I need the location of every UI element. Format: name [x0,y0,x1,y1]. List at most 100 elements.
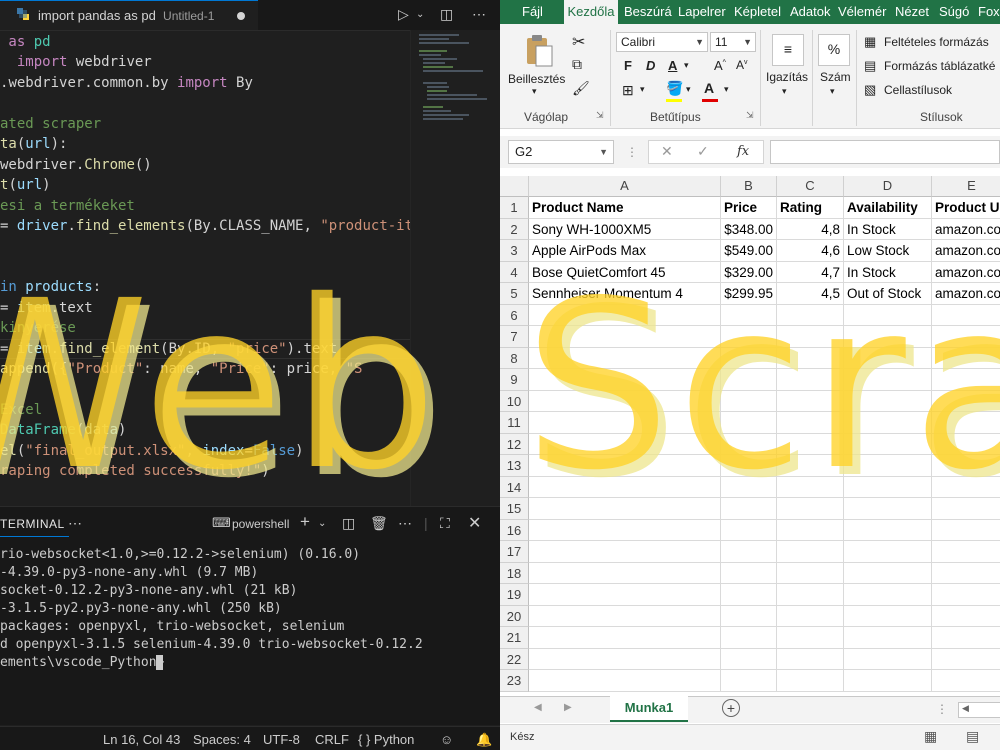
maximize-panel-icon[interactable]: ⛶ [440,515,450,532]
language-mode[interactable]: { } Python [358,732,414,747]
row-header[interactable]: 21 [500,627,529,649]
font-size-select[interactable]: 11 ▼ [710,32,756,52]
paste-icon[interactable] [524,34,554,68]
table-cell[interactable] [777,412,844,434]
tab-home[interactable]: Kezdőla [564,0,618,24]
table-cell[interactable] [932,670,1000,692]
table-cell[interactable] [777,670,844,692]
table-cell[interactable] [529,455,721,477]
table-cell[interactable] [777,476,844,498]
tab-help[interactable]: Súgó [939,4,969,19]
font-color-icon[interactable]: A [704,80,714,96]
table-cell[interactable] [529,347,721,369]
table-cell[interactable] [932,606,1000,627]
table-cell[interactable] [844,627,932,649]
table-cell[interactable] [932,584,1000,606]
table-cell[interactable] [777,347,844,369]
table-cell[interactable] [844,304,932,326]
table-cell[interactable] [529,412,721,434]
table-cell[interactable]: Product Name [529,197,721,219]
tab-insert[interactable]: Beszúrá [624,4,672,19]
table-cell[interactable] [777,627,844,649]
table-cell[interactable]: Sony WH-1000XM5 [529,218,721,240]
table-cell[interactable] [721,605,777,627]
table-cell[interactable]: Out of Stock [844,283,932,305]
table-cell[interactable] [721,562,777,584]
row-header[interactable]: 18 [500,562,529,584]
table-cell[interactable] [529,498,721,520]
row-header[interactable]: 23 [500,670,529,692]
line-ending[interactable]: CRLF [315,732,349,747]
number-button[interactable]: Szám [820,70,851,84]
row-header[interactable]: 20 [500,605,529,627]
table-cell[interactable]: Price [721,197,777,219]
tab-file[interactable]: Fájl [522,4,543,19]
table-cell[interactable] [844,412,932,434]
table-cell[interactable] [721,476,777,498]
table-cell[interactable] [844,562,932,584]
alignment-button[interactable]: Igazítás [766,70,808,84]
table-cell[interactable] [932,541,1000,563]
table-cell[interactable] [721,627,777,649]
copy-icon[interactable]: ⧉ [572,56,582,73]
minimap[interactable] [410,30,500,506]
tab-view[interactable]: Nézet [895,4,929,19]
table-cell[interactable] [844,519,932,541]
fill-color-icon[interactable]: 🪣 [666,80,683,97]
table-cell[interactable] [529,476,721,498]
table-cell[interactable] [777,648,844,670]
table-cell[interactable] [932,348,1000,369]
drag-handle[interactable]: ⋮ [936,702,948,716]
borders-icon[interactable]: ⊞ [622,82,634,99]
table-cell[interactable] [844,498,932,520]
format-painter-icon[interactable]: 🖌 [572,80,590,97]
table-cell[interactable] [529,584,721,606]
underline-button[interactable]: A [668,58,677,73]
table-cell[interactable]: Product U [932,197,1000,219]
paste-button[interactable]: Beillesztés [508,72,565,86]
table-cell[interactable] [721,304,777,326]
table-cell[interactable] [777,498,844,520]
row-header[interactable]: 15 [500,498,529,520]
table-cell[interactable] [529,605,721,627]
row-header[interactable]: 10 [500,390,529,412]
table-cell[interactable] [721,369,777,391]
chevron-down-icon[interactable]: ▾ [782,86,787,97]
table-cell[interactable] [777,369,844,391]
row-header[interactable]: 9 [500,369,529,391]
percent-icon[interactable]: % [818,34,850,66]
more-tabs-icon[interactable]: ⋯ [68,515,82,532]
table-cell[interactable] [777,541,844,563]
cursor-position[interactable]: Ln 16, Col 43 [103,732,180,747]
table-cell[interactable]: Rating [777,197,844,219]
format-as-table-button[interactable]: Formázás táblázatké [884,59,995,73]
tab-data[interactable]: Adatok [790,4,830,19]
table-cell[interactable] [721,498,777,520]
row-header[interactable]: 5 [500,283,529,305]
chevron-down-icon[interactable]: ⌄ [416,9,424,20]
table-cell[interactable] [932,412,1000,434]
horizontal-scrollbar[interactable]: ◀ [958,702,1000,718]
table-cell[interactable] [844,670,932,692]
table-cell[interactable] [844,648,932,670]
prev-sheet-icon[interactable]: ◀ [534,702,542,713]
table-cell[interactable] [932,305,1000,326]
chevron-down-icon[interactable]: ▾ [532,86,537,97]
table-cell[interactable]: 4,5 [777,283,844,305]
table-cell[interactable] [844,455,932,477]
table-cell[interactable] [932,627,1000,649]
select-all-corner[interactable] [500,176,529,197]
table-cell[interactable] [932,649,1000,670]
table-cell[interactable]: $299.95 [721,283,777,305]
table-cell[interactable] [777,562,844,584]
column-header[interactable]: A [529,176,721,197]
split-editor-icon[interactable]: ◫ [440,6,453,23]
column-header[interactable]: D [844,176,932,197]
row-header[interactable]: 22 [500,648,529,670]
table-cell[interactable] [721,433,777,455]
table-cell[interactable] [932,563,1000,584]
table-cell[interactable]: amazon.co [932,262,1000,283]
row-header[interactable]: 11 [500,412,529,434]
row-header[interactable]: 14 [500,476,529,498]
table-cell[interactable]: In Stock [844,218,932,240]
